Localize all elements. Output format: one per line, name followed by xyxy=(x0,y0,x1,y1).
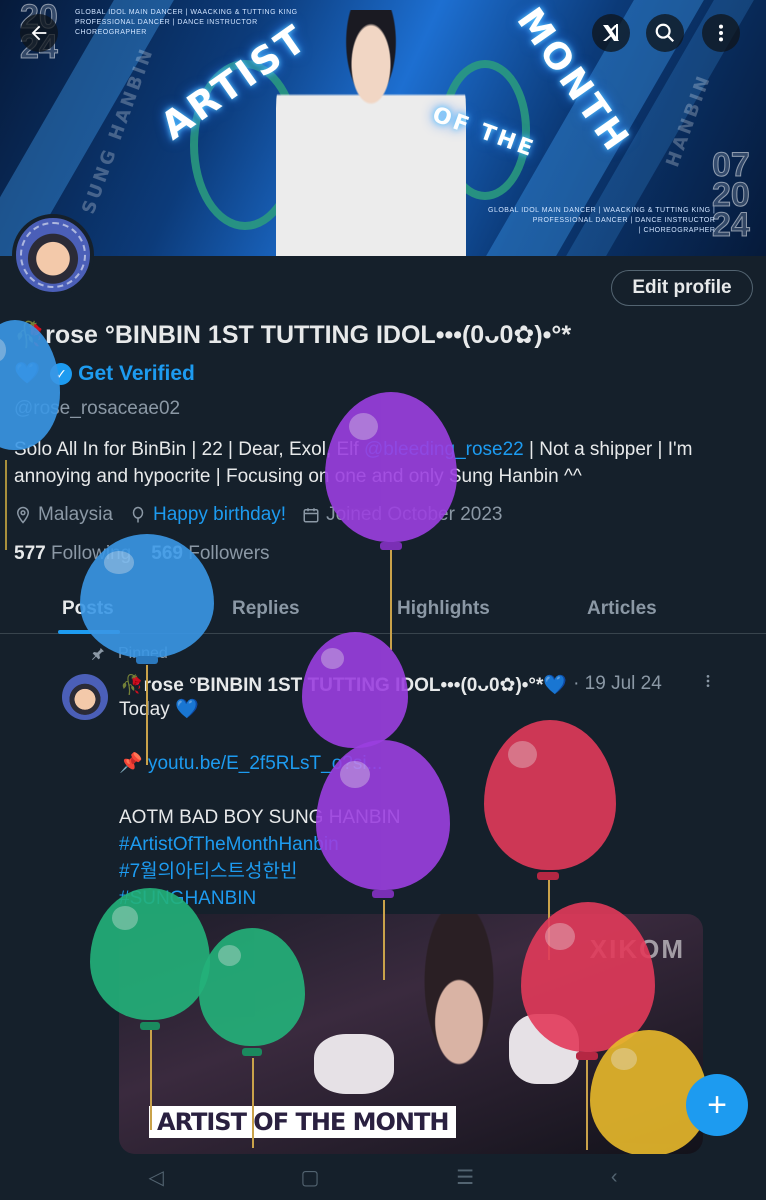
more-vertical-icon xyxy=(718,24,724,42)
get-verified-label: Get Verified xyxy=(78,362,195,385)
balloon-knot xyxy=(136,656,158,664)
tab-replies[interactable]: Replies xyxy=(232,598,300,620)
pin-emoji: 📌 xyxy=(119,753,148,774)
back-button[interactable] xyxy=(20,14,58,52)
balloon-purple xyxy=(325,392,457,542)
more-vertical-icon xyxy=(706,675,710,687)
balloon-knot xyxy=(242,1048,262,1056)
post-line-today: Today 💙 xyxy=(119,699,199,720)
birthday-item[interactable]: Happy birthday! xyxy=(129,504,286,526)
pin-icon xyxy=(92,648,104,660)
profile-avatar[interactable] xyxy=(12,214,94,296)
balloon-string xyxy=(5,460,7,550)
tab-articles[interactable]: Articles xyxy=(587,598,657,620)
grok-button[interactable] xyxy=(592,14,630,52)
compose-button[interactable]: + xyxy=(686,1074,748,1136)
nav-extra-button[interactable]: ‹ xyxy=(611,1166,618,1189)
banner-tagline-right: GLOBAL IDOL MAIN DANCER | WAACKING & TUT… xyxy=(488,207,716,234)
avatar-frame xyxy=(20,222,86,288)
balloon-purple xyxy=(302,632,408,748)
balloon-knot xyxy=(380,542,402,550)
bio-text-1: Solo All In for BinBin | 22 | Dear, Exol… xyxy=(14,439,364,460)
location-text: Malaysia xyxy=(38,504,113,525)
post-spacer xyxy=(119,723,709,750)
birthday-text: Happy birthday! xyxy=(152,504,287,525)
display-name-text: 🥀rose °BINBIN 1ST TUTTING IDOL•••(0ᴗ0✿)•… xyxy=(14,321,572,349)
media-caption: ARTIST OF THE MONTH xyxy=(149,1106,457,1138)
search-button[interactable] xyxy=(646,14,684,52)
search-icon xyxy=(655,23,675,43)
balloon-string xyxy=(252,1058,254,1148)
display-name: 🥀rose °BINBIN 1ST TUTTING IDOL•••(0ᴗ0✿)•… xyxy=(14,320,571,350)
system-navigation-bar: ◁ ▢ ☰ ‹ xyxy=(0,1154,766,1200)
nav-back-button[interactable]: ◁ xyxy=(148,1165,163,1190)
balloon-knot xyxy=(537,872,559,880)
balloon-knot xyxy=(372,890,394,898)
post-more-button[interactable] xyxy=(700,672,716,695)
edit-profile-button[interactable]: Edit profile xyxy=(611,270,753,306)
balloon-knot xyxy=(140,1022,160,1030)
balloon-icon xyxy=(132,506,144,523)
balloon-string xyxy=(390,550,392,650)
arrow-left-icon xyxy=(31,25,47,41)
nav-home-button[interactable]: ▢ xyxy=(301,1165,320,1190)
location-item: Malaysia xyxy=(14,504,113,526)
balloon-string xyxy=(586,1060,588,1150)
media-hand xyxy=(314,1034,394,1094)
banner-year-right: 07 20 24 xyxy=(712,146,751,244)
balloon-string xyxy=(383,900,385,980)
location-pin-icon xyxy=(16,506,30,524)
post-author-avatar[interactable] xyxy=(62,674,108,720)
balloon-string xyxy=(146,665,148,765)
get-verified-link[interactable]: ✓ Get Verified xyxy=(50,362,195,386)
post-date[interactable]: · 19 Jul 24 xyxy=(573,673,662,697)
hashtag-sunghanbin[interactable]: #SUNGHANBIN xyxy=(119,885,709,912)
balloon-string xyxy=(150,1030,152,1130)
more-options-button[interactable] xyxy=(702,14,740,52)
nav-recents-button[interactable]: ☰ xyxy=(456,1165,474,1190)
tab-highlights[interactable]: Highlights xyxy=(397,598,490,620)
calendar-icon xyxy=(303,508,319,523)
following-count: 577 xyxy=(14,543,46,564)
balloon-knot xyxy=(576,1052,598,1060)
grok-icon xyxy=(603,24,619,41)
